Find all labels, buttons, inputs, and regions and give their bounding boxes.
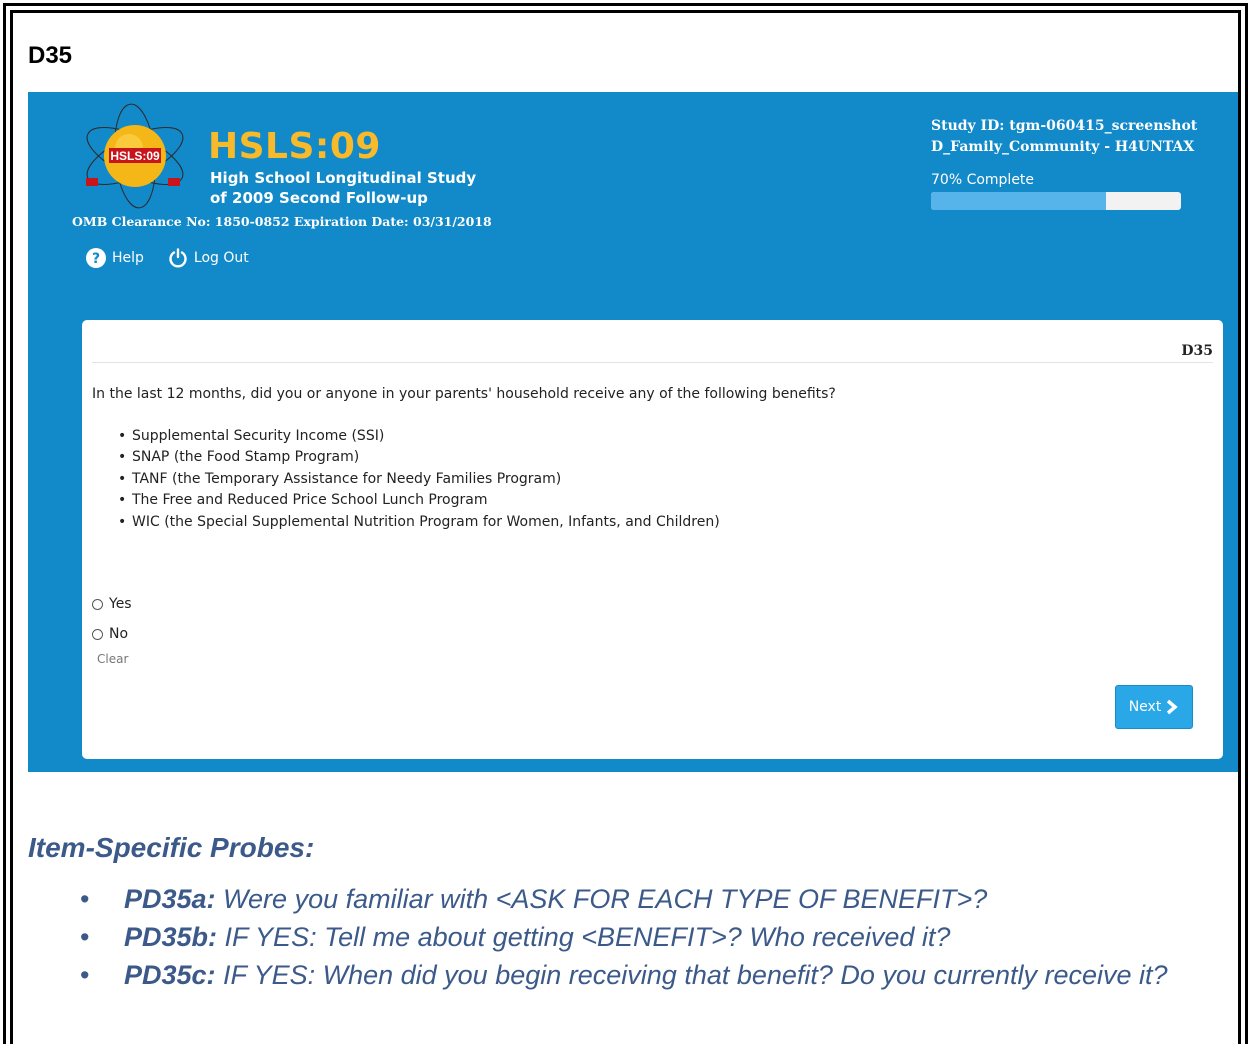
list-item: Supplemental Security Income (SSI) bbox=[118, 428, 720, 449]
list-item: SNAP (the Food Stamp Program) bbox=[118, 449, 720, 470]
probes-heading: Item-Specific Probes: bbox=[28, 832, 315, 863]
radio-yes[interactable] bbox=[92, 598, 103, 610]
probe-item: PD35a: Were you familiar with <ASK FOR E… bbox=[80, 880, 1225, 918]
probe-text: Were you familiar with <ASK FOR EACH TYP… bbox=[215, 884, 988, 914]
progress-label: 70% Complete bbox=[931, 172, 1035, 188]
brand-subtitle: High School Longitudinal Study of 2009 S… bbox=[210, 168, 476, 208]
question-id: D35 bbox=[1181, 343, 1213, 359]
question-card: D35 In the last 12 months, did you or an… bbox=[82, 320, 1223, 759]
probe-code: PD35b: bbox=[124, 922, 218, 952]
study-info: Study ID: tgm-060415_screenshot D_Family… bbox=[931, 116, 1197, 158]
list-item: The Free and Reduced Price School Lunch … bbox=[118, 492, 720, 513]
brand-subtitle-line2: of 2009 Second Follow-up bbox=[210, 189, 428, 207]
probe-code: PD35c: bbox=[124, 960, 216, 990]
svg-text:?: ? bbox=[92, 251, 100, 267]
list-item: TANF (the Temporary Assistance for Needy… bbox=[118, 471, 720, 492]
omb-clearance: OMB Clearance No: 1850-0852 Expiration D… bbox=[72, 214, 492, 229]
help-label: Help bbox=[112, 250, 144, 266]
progress-bar bbox=[931, 192, 1181, 210]
logout-label: Log Out bbox=[193, 250, 249, 266]
next-button[interactable]: Next bbox=[1115, 685, 1193, 729]
progress-bar-fill bbox=[931, 192, 1106, 210]
benefit-list: Supplemental Security Income (SSI) SNAP … bbox=[118, 428, 720, 535]
probe-text: IF YES: Tell me about getting <BENEFIT>?… bbox=[217, 922, 951, 952]
option-yes-label: Yes bbox=[109, 596, 132, 612]
list-item: WIC (the Special Supplemental Nutrition … bbox=[118, 514, 720, 535]
brand-subtitle-line1: High School Longitudinal Study bbox=[210, 169, 477, 187]
section-name: D_Family_Community - H4UNTAX bbox=[931, 139, 1195, 155]
help-link[interactable]: ? Help bbox=[86, 248, 144, 268]
logout-link[interactable]: Log Out bbox=[168, 248, 249, 268]
power-icon bbox=[169, 248, 187, 268]
document-heading: D35 bbox=[28, 42, 73, 69]
help-icon: ? bbox=[86, 248, 106, 268]
survey-screenshot: HSLS:09 HSLS:09 High School Longitudinal… bbox=[28, 92, 1238, 772]
option-no-label: No bbox=[109, 626, 129, 642]
probe-list: PD35a: Were you familiar with <ASK FOR E… bbox=[80, 880, 1225, 994]
radio-no[interactable] bbox=[92, 628, 103, 640]
hsls-logo-icon: HSLS:09 bbox=[86, 103, 184, 209]
divider bbox=[92, 362, 1213, 363]
option-yes[interactable]: Yes bbox=[92, 596, 132, 612]
next-label: Next bbox=[1128, 699, 1162, 715]
probe-item: PD35c: IF YES: When did you begin receiv… bbox=[80, 956, 1225, 994]
brand-title: HSLS:09 bbox=[208, 126, 381, 167]
probe-item: PD35b: IF YES: Tell me about getting <BE… bbox=[80, 918, 1225, 956]
probe-code: PD35a: bbox=[124, 884, 216, 914]
header-nav: ? Help Log Out bbox=[86, 248, 249, 268]
clear-link[interactable]: Clear bbox=[97, 652, 128, 666]
chevron-right-icon bbox=[1167, 699, 1179, 715]
logo-text: HSLS:09 bbox=[110, 149, 160, 163]
question-text: In the last 12 months, did you or anyone… bbox=[92, 386, 836, 402]
study-id: Study ID: tgm-060415_screenshot bbox=[931, 118, 1198, 134]
option-no[interactable]: No bbox=[92, 626, 128, 642]
probe-text: IF YES: When did you begin receiving tha… bbox=[215, 960, 1168, 990]
